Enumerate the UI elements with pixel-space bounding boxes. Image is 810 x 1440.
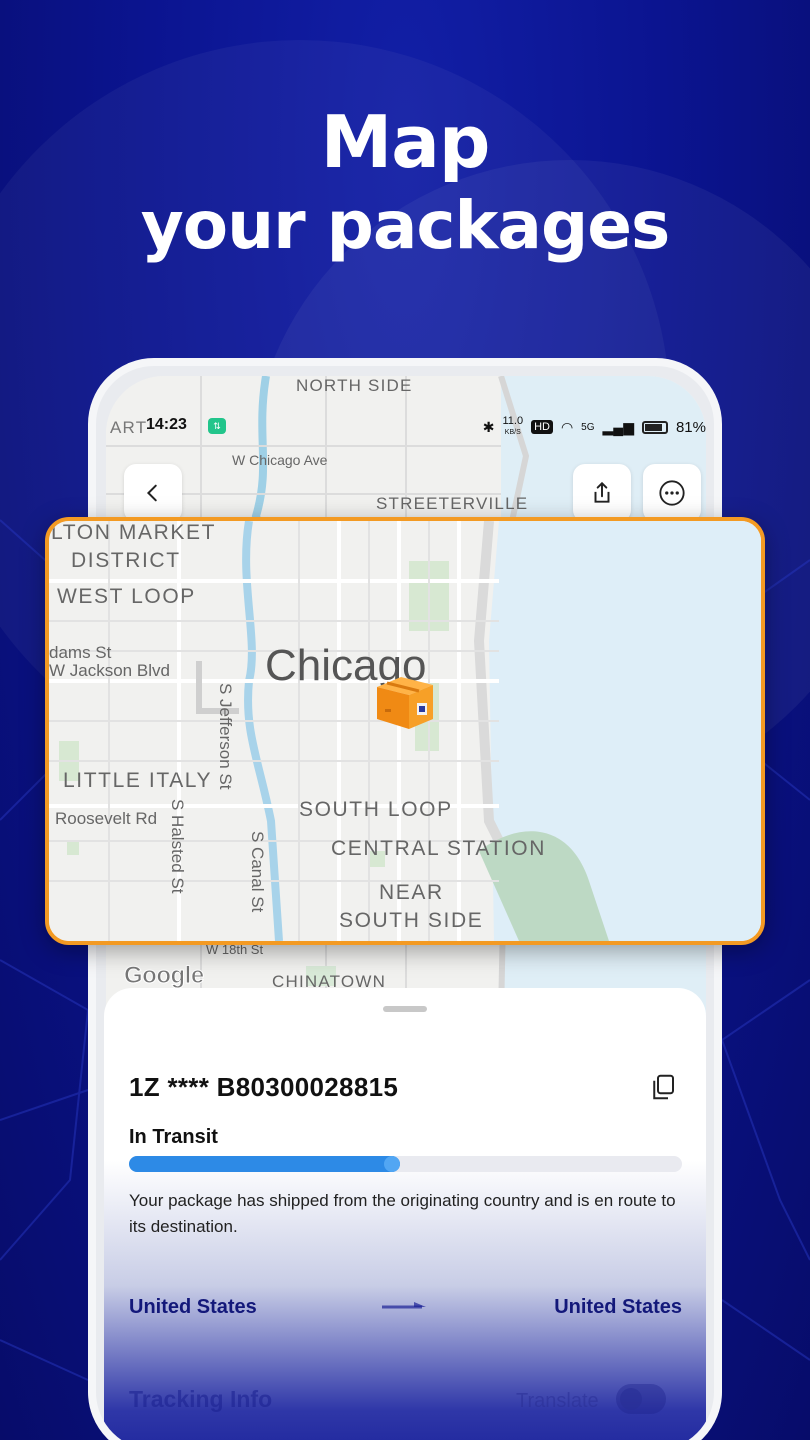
signal-icon: ▂▄▆ [602, 418, 634, 435]
origin-country: United States [129, 1296, 257, 1318]
sync-badge: ⇅ [208, 418, 226, 434]
progress-knob [383, 1156, 400, 1172]
network-speed: 11.0 KB/S [502, 415, 524, 437]
map-label-west-loop: WEST LOOP [57, 585, 196, 608]
map-label-south-side: SOUTH SIDE [339, 909, 484, 932]
status-time: 14:23 [146, 416, 187, 433]
copy-icon[interactable] [648, 1072, 678, 1102]
destination-country: United States [554, 1296, 682, 1318]
map-label-s-halsted: S Halsted St [168, 799, 187, 894]
map-label-streeterville: STREETERVILLE [376, 494, 529, 513]
map-label-w-chicago-ave: W Chicago Ave [232, 452, 328, 468]
share-button[interactable] [573, 464, 631, 522]
tracking-number: 1Z **** B80300028815 [129, 1072, 399, 1102]
status-bar: 14:23 ⇅ ✱ 11.0 KB/S HD ◠ 5G ▂▄▆ 81% [146, 416, 706, 438]
map-label-s-jefferson: S Jefferson St [216, 683, 235, 790]
battery-icon [641, 420, 668, 434]
map-label-fulton-market: LTON MARKET [51, 521, 217, 544]
status-description: Your package has shipped from the origin… [129, 1191, 676, 1236]
map-label-south-loop: SOUTH LOOP [299, 798, 453, 821]
headline-line-2: your packages [140, 187, 671, 264]
package-marker-icon[interactable] [373, 673, 437, 731]
map-label-north-side: NORTH SIDE [296, 376, 413, 395]
headline: Map your packages [0, 100, 810, 268]
zoomed-map-card[interactable]: LTON MARKET DISTRICT WEST LOOP dams St W… [45, 517, 765, 945]
wifi-icon: ◠ [560, 418, 574, 435]
bluetooth-icon: ✱ [482, 418, 495, 435]
route-arrow-icon [382, 1302, 426, 1309]
headline-line-1: Map [320, 100, 491, 184]
map-label-adams-st: dams St [49, 643, 112, 662]
progress-bar [129, 1156, 682, 1172]
map-label-art: ART [110, 418, 148, 437]
tracking-info-title: Tracking Info [129, 1386, 273, 1412]
more-button[interactable] [643, 464, 701, 522]
map-label-roosevelt: Roosevelt Rd [55, 809, 158, 828]
translate-label: Translate [516, 1390, 599, 1412]
map-label-little-italy: LITTLE ITALY [63, 769, 213, 792]
google-logo: Google [124, 962, 205, 990]
hd-icon: HD [531, 420, 553, 434]
translate-toggle[interactable] [616, 1384, 666, 1414]
more-options-icon [659, 480, 685, 506]
chevron-left-icon [146, 484, 157, 502]
share-icon [594, 481, 610, 503]
zoomed-map-base [49, 521, 761, 941]
map-label-w-jackson: W Jackson Blvd [49, 661, 170, 680]
sheet-drag-handle[interactable] [383, 1006, 427, 1012]
map-label-district: DISTRICT [71, 549, 181, 572]
progress-fill [129, 1156, 400, 1172]
tracking-sheet[interactable]: 1Z **** B80300028815 In Transit Your pac… [104, 988, 706, 1440]
map-label-s-canal: S Canal St [248, 831, 267, 913]
status-label: In Transit [129, 1126, 218, 1148]
map-label-near: NEAR [379, 881, 444, 904]
network-type: 5G [581, 421, 595, 433]
back-button[interactable] [124, 464, 182, 522]
map-label-central-station: CENTRAL STATION [331, 837, 546, 860]
battery-level: 81% [675, 418, 706, 436]
